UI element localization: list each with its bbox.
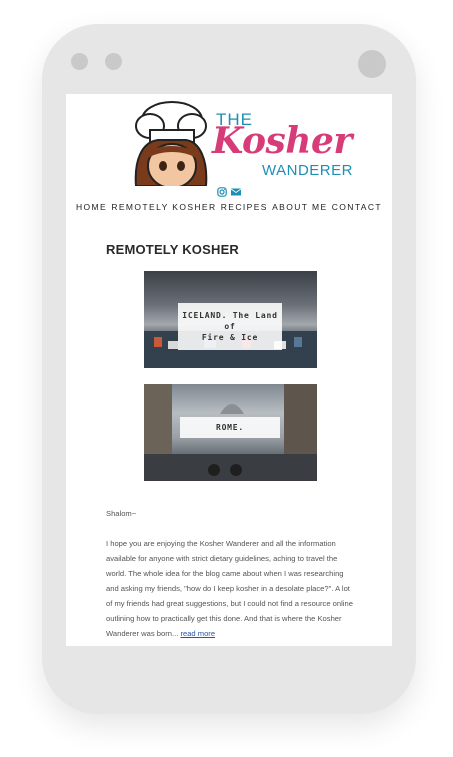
intro-greeting: Shalom~ <box>106 509 137 518</box>
read-more-link[interactable]: read more <box>180 629 215 638</box>
page-title: REMOTELY KOSHER <box>106 242 240 257</box>
nav-item-remotely-kosher[interactable]: REMOTELY KOSHER <box>111 202 216 216</box>
social-links <box>217 184 242 197</box>
post-card-iceland[interactable]: ICELAND. The Land of Fire & Ice <box>144 271 317 368</box>
sensor-dot <box>105 53 122 70</box>
nav-item-about-me[interactable]: ABOUT ME <box>272 202 327 216</box>
intro-body-text: I hope you are enjoying the Kosher Wande… <box>106 539 353 638</box>
post-card-title: ICELAND. The Land of Fire & Ice <box>178 303 282 350</box>
site-logo[interactable]: THE Kosher WANDERER <box>128 100 352 186</box>
logo-wanderer: WANDERER <box>262 162 353 179</box>
main-nav: HOME REMOTELY KOSHER RECIPES ABOUT ME CO… <box>66 202 392 216</box>
post-card-title: ROME. <box>180 417 280 438</box>
intro-body: I hope you are enjoying the Kosher Wande… <box>106 536 356 641</box>
speaker-dot <box>358 50 386 78</box>
post-card-rome[interactable]: ROME. <box>144 384 317 481</box>
chef-mascot-icon <box>134 101 208 186</box>
nav-item-recipes[interactable]: RECIPES <box>221 202 268 216</box>
nav-item-home[interactable]: HOME <box>76 202 107 216</box>
logo-kosher: Kosher <box>212 120 352 162</box>
nav-item-contact[interactable]: CONTACT <box>332 202 382 216</box>
phone-screen: THE Kosher WANDERER HOME REMOTELY KOSHER… <box>66 94 392 646</box>
instagram-icon[interactable] <box>217 184 227 197</box>
card-title-line: ICELAND. The Land of <box>182 311 278 331</box>
camera-dot <box>71 53 88 70</box>
card-title-line: Fire & Ice <box>201 333 259 342</box>
intro-text: Shalom~ I hope you are enjoying the Kosh… <box>106 506 356 646</box>
envelope-icon[interactable] <box>230 184 242 196</box>
